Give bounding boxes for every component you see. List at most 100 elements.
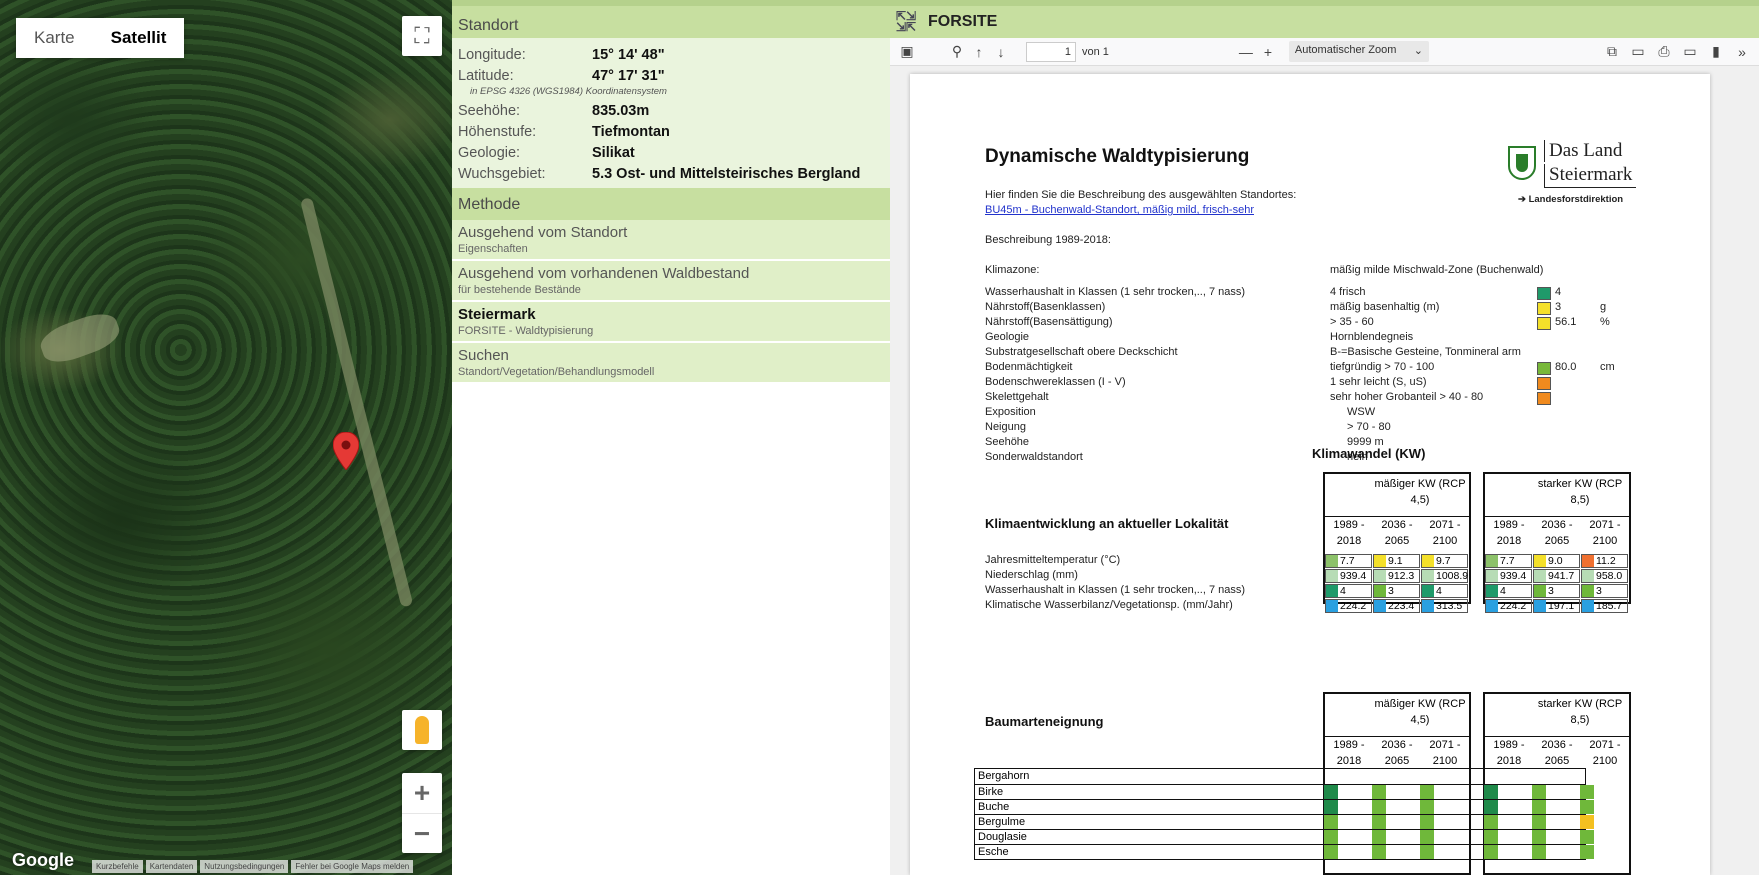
download-icon[interactable]: ▭ xyxy=(1679,42,1701,62)
pdf-title: Dynamische Waldtypisierung xyxy=(985,146,1250,167)
climate-value: 912.3 xyxy=(1388,570,1415,582)
tree-suitability-cell xyxy=(1484,785,1498,799)
location-marker-icon[interactable] xyxy=(333,432,359,470)
climate-value-cell: 4 xyxy=(1485,584,1532,598)
methode-item-suchen[interactable]: Suchen Standort/Vegetation/Behandlungsmo… xyxy=(452,343,890,384)
climate-row-label: Klimatische Wasserbilanz/Vegetationsp. (… xyxy=(985,599,1233,611)
wuchsgebiet-value: 5.3 Ost- und Mittelsteirisches Bergland xyxy=(592,165,861,182)
open-file-icon[interactable]: ▭ xyxy=(1627,42,1649,62)
tree-name: Esche xyxy=(978,846,1009,858)
sidebar-toggle-icon[interactable]: ▣ xyxy=(896,42,918,62)
attribution-shortcuts[interactable]: Kurzbefehle xyxy=(92,860,143,873)
climate-row-label: Niederschlag (mm) xyxy=(985,569,1078,581)
zoom-out-icon[interactable]: — xyxy=(1235,42,1257,62)
attribution-report[interactable]: Fehler bei Google Maps melden xyxy=(291,860,414,873)
tree-suitability-cell xyxy=(1580,845,1594,859)
tree-suitability-cell xyxy=(1484,815,1498,829)
geologie-label: Geologie: xyxy=(458,144,521,161)
presentation-icon[interactable]: ⧉ xyxy=(1601,42,1623,62)
next-page-icon[interactable]: ↓ xyxy=(990,42,1012,62)
attribute-value: B-=Basische Gesteine, Tonmineral arm xyxy=(1330,346,1521,358)
tree-suitability-cell xyxy=(1372,800,1386,814)
methode-item-title: Steiermark xyxy=(458,306,536,323)
attribute-swatch xyxy=(1537,377,1551,390)
climate-value-cell: 197.1 xyxy=(1533,599,1580,613)
climate-value: 4 xyxy=(1436,585,1442,597)
climate-color-swatch xyxy=(1534,570,1546,582)
attribute-value: tiefgründig > 70 - 100 xyxy=(1330,361,1435,373)
coat-of-arms-icon xyxy=(1508,146,1536,180)
zoom-in-button[interactable]: + xyxy=(402,773,442,813)
fullscreen-icon[interactable]: ⛶ xyxy=(402,16,442,56)
climate-value: 4 xyxy=(1340,585,1346,597)
page-number-input[interactable]: 1 xyxy=(1026,41,1076,62)
period-header: 2071 - 2100 xyxy=(1421,736,1469,772)
hoehenstufe-label: Höhenstufe: xyxy=(458,123,537,140)
climate-color-swatch xyxy=(1422,585,1434,597)
map-type-satellite-button[interactable]: Satellit xyxy=(92,18,185,58)
previous-page-icon[interactable]: ↑ xyxy=(968,42,990,62)
attribute-value: > 70 - 80 xyxy=(1347,421,1391,433)
tree-suitability-cell xyxy=(1484,845,1498,859)
climate-value: 7.7 xyxy=(1500,555,1515,567)
zoom-select[interactable]: Automatischer Zoom ⌄ xyxy=(1288,41,1429,62)
climate-value: 3 xyxy=(1548,585,1554,597)
print-icon[interactable]: ⎙ xyxy=(1653,42,1675,62)
map-type-karte-button[interactable]: Karte xyxy=(16,18,93,58)
attribute-label: Exposition xyxy=(985,406,1036,418)
standort-details: Longitude: 15° 14' 48" Latitude: 47° 17' 3… xyxy=(452,38,890,188)
attribute-value: Hornblendegneis xyxy=(1330,331,1414,343)
klimazone-value: mäßig milde Mischwald-Zone (Buchenwald) xyxy=(1330,264,1544,276)
climate-color-swatch xyxy=(1486,600,1498,612)
climate-value: 3 xyxy=(1388,585,1394,597)
tree-suitability-cell xyxy=(1420,830,1434,844)
zoom-in-icon[interactable]: + xyxy=(1257,42,1279,62)
tree-table: Bergahorn Birke Buche Bergulme Douglasie Esch… xyxy=(974,768,1594,860)
pegman-icon[interactable] xyxy=(402,710,442,750)
tree-name: Buche xyxy=(978,801,1010,813)
attribution-terms[interactable]: Nutzungsbedingungen xyxy=(200,860,289,873)
attribute-unit: cm xyxy=(1600,361,1615,373)
search-icon[interactable]: ⚲ xyxy=(946,42,968,62)
climate-color-swatch xyxy=(1326,585,1338,597)
attribute-value: mäßig basenhaltig (m) xyxy=(1330,301,1440,313)
climate-value-cell: 3 xyxy=(1373,584,1420,598)
satellite-map[interactable]: Karte Satellit ⛶ + − Google Kurzbefehle … xyxy=(0,0,452,875)
climate-color-swatch xyxy=(1534,555,1546,567)
methode-header[interactable]: Methode xyxy=(452,188,890,220)
attribute-number: 4 xyxy=(1555,286,1562,298)
wuchsgebiet-label: Wuchsgebiet: xyxy=(458,165,546,182)
kw-moderate-header: mäßiger KW (RCP 4,5) xyxy=(1374,478,1466,506)
methode-item-steiermark[interactable]: Steiermark FORSITE - Waldtypisierung xyxy=(452,302,890,343)
methode-item-waldbestand[interactable]: Ausgehend vom vorhandenen Waldbestand fü… xyxy=(452,261,890,302)
zoom-out-button[interactable]: − xyxy=(402,813,442,853)
attribution-mapdata[interactable]: Kartendaten xyxy=(145,860,198,873)
expand-icon[interactable]: ⇱⇲ ⇲⇱ xyxy=(896,10,920,33)
tree-suitability-cell xyxy=(1324,800,1338,814)
standort-link[interactable]: BU45m - Buchenwald-Standort, mäßig mild,… xyxy=(985,204,1254,216)
methode-item-sub: für bestehende Bestände xyxy=(458,284,581,296)
tree-row: Birke xyxy=(975,784,1594,799)
pdf-period: Beschreibung 1989-2018: xyxy=(985,234,1111,246)
logo-line3: ➔ Landesforstdirektion xyxy=(1518,194,1624,205)
bookmark-icon[interactable]: ▮ xyxy=(1705,42,1727,62)
standort-header[interactable]: Standort xyxy=(452,0,890,38)
tree-suitability-cell xyxy=(1420,785,1434,799)
climate-color-swatch xyxy=(1374,585,1386,597)
methode-item-standort[interactable]: Ausgehend vom Standort Eigenschaften xyxy=(452,220,890,261)
attribute-unit: % xyxy=(1600,316,1610,328)
attribute-value: 1 sehr leicht (S, uS) xyxy=(1330,376,1427,388)
attribute-swatch xyxy=(1537,302,1551,315)
attribute-number: 56.1 xyxy=(1555,316,1577,328)
climate-value-cell: 939.4 xyxy=(1485,569,1532,583)
tools-icon[interactable]: » xyxy=(1731,42,1753,62)
tree-suitability-cell xyxy=(1532,800,1546,814)
tree-row: Esche xyxy=(975,844,1594,859)
zoom-select-value: Automatischer Zoom xyxy=(1294,44,1397,56)
tree-suitability-cell xyxy=(1532,845,1546,859)
period-header: 2036 - 2065 xyxy=(1533,516,1581,552)
attribute-label: Wasserhaushalt in Klassen (1 sehr trocke… xyxy=(985,286,1246,298)
climate-value: 1008.9 xyxy=(1436,570,1469,582)
climate-color-swatch xyxy=(1374,555,1386,567)
climate-value-cell: 313.5 xyxy=(1421,599,1468,613)
